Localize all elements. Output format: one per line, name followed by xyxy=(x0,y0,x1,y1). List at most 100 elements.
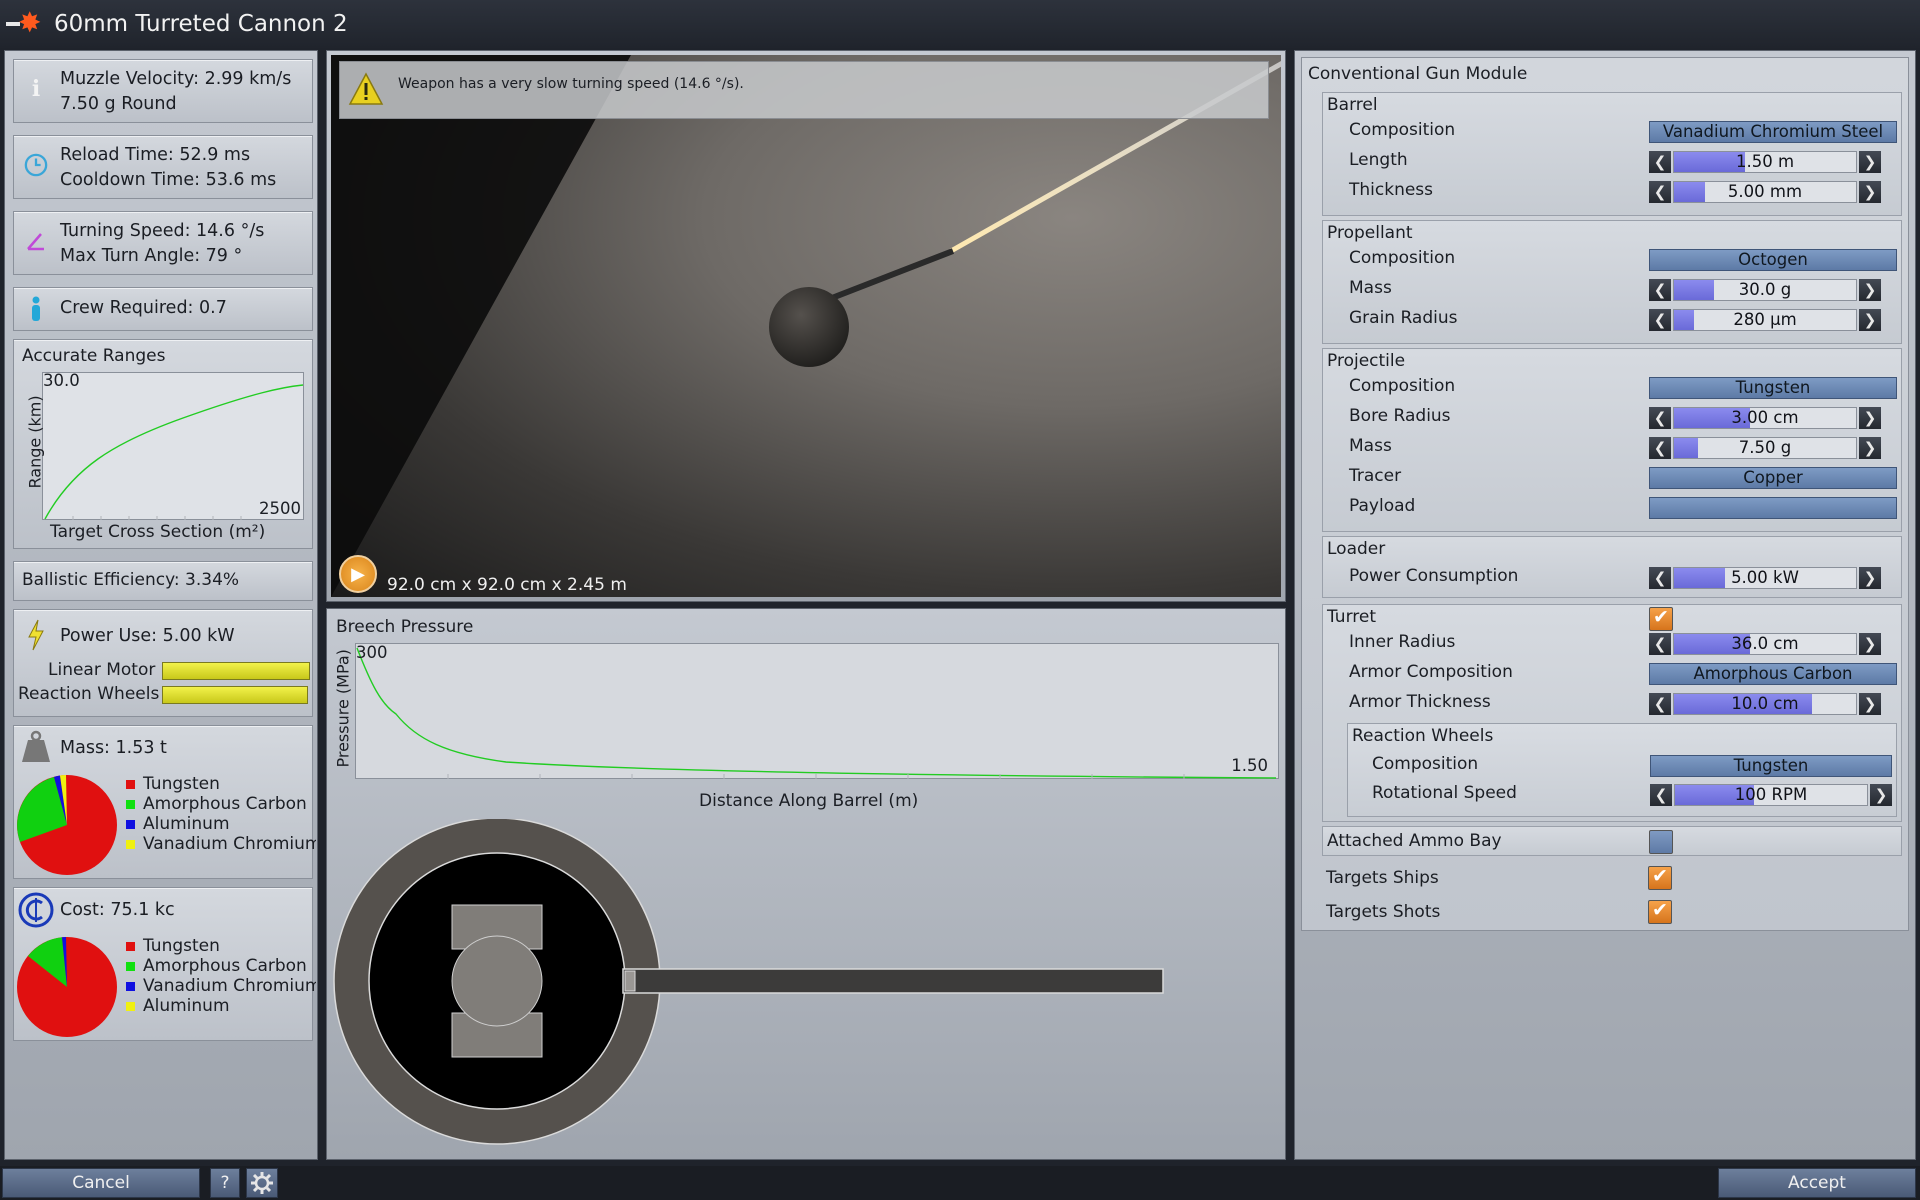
tracer-select[interactable]: Copper xyxy=(1649,467,1897,489)
credits-icon xyxy=(18,892,54,928)
targets-shots-checkbox[interactable]: ✔ xyxy=(1648,899,1672,924)
warning-message: Weapon has a very slow turning speed (14… xyxy=(398,76,744,92)
projectile-composition-select[interactable]: Tungsten xyxy=(1649,377,1897,399)
title-bar: ✸ 60mm Turreted Cannon 2 xyxy=(0,0,1920,48)
power-consumption-slider[interactable]: ❮ 5.00 kW ❯ xyxy=(1649,567,1881,589)
decrease-icon[interactable]: ❮ xyxy=(1649,693,1671,715)
check-icon: ✔ xyxy=(1653,606,1669,628)
armor-composition-select[interactable]: Amorphous Carbon xyxy=(1649,663,1897,685)
barrel-title: Barrel xyxy=(1327,95,1378,115)
mass-legend-item: Tungsten xyxy=(126,774,316,794)
targets-ships-checkbox[interactable]: ✔ xyxy=(1648,865,1672,890)
breech-pressure-title: Breech Pressure xyxy=(336,617,474,637)
play-button[interactable]: ▶ xyxy=(339,555,377,593)
barrel-length-label: Length xyxy=(1349,150,1408,170)
propellant-mass-label: Mass xyxy=(1349,278,1392,298)
increase-icon[interactable]: ❯ xyxy=(1859,181,1881,203)
decrease-icon[interactable]: ❮ xyxy=(1649,407,1671,429)
cost-legend-item: Amorphous Carbon xyxy=(126,956,316,976)
propellant-composition-select[interactable]: Octogen xyxy=(1649,249,1897,271)
armor-composition-label: Armor Composition xyxy=(1349,662,1513,682)
bore-radius-slider[interactable]: ❮ 3.00 cm ❯ xyxy=(1649,407,1881,429)
cannon-model xyxy=(769,60,1281,367)
payload-label: Payload xyxy=(1349,496,1416,516)
inner-radius-slider[interactable]: ❮ 36.0 cm ❯ xyxy=(1649,633,1881,655)
rotational-speed-label: Rotational Speed xyxy=(1372,783,1517,803)
stats-panel: i Muzzle Velocity: 2.99 km/s 7.50 g Roun… xyxy=(4,50,318,1160)
propellant-mass-slider[interactable]: ❮ 30.0 g ❯ xyxy=(1649,279,1881,301)
rotational-speed-slider[interactable]: ❮ 100 RPM ❯ xyxy=(1650,784,1892,806)
armor-thickness-slider[interactable]: ❮ 10.0 cm ❯ xyxy=(1649,693,1881,715)
dimensions-readout: 92.0 cm x 92.0 cm x 2.45 m xyxy=(387,575,627,595)
increase-icon[interactable]: ❯ xyxy=(1859,693,1881,715)
payload-select[interactable] xyxy=(1649,497,1897,519)
ammo-bay-row: Attached Ammo Bay xyxy=(1322,826,1902,856)
linear-motor-bar xyxy=(162,662,310,680)
linear-motor-label: Linear Motor xyxy=(48,660,156,680)
breech-panel: Breech Pressure 300 1.50 Pressure (MPa) … xyxy=(326,608,1286,1160)
clock-icon xyxy=(24,150,48,180)
pressure-ylabel: Pressure (MPa) xyxy=(333,649,353,768)
grain-radius-slider[interactable]: ❮ 280 µm ❯ xyxy=(1649,309,1881,331)
decrease-icon[interactable]: ❮ xyxy=(1649,309,1671,331)
muzzle-velocity: Muzzle Velocity: 2.99 km/s xyxy=(60,69,292,89)
decrease-icon[interactable]: ❮ xyxy=(1650,784,1672,806)
3d-viewport[interactable]: Weapon has a very slow turning speed (14… xyxy=(331,55,1281,597)
decrease-icon[interactable]: ❮ xyxy=(1649,151,1671,173)
increase-icon[interactable]: ❯ xyxy=(1859,279,1881,301)
increase-icon[interactable]: ❯ xyxy=(1859,151,1881,173)
rw-composition-select[interactable]: Tungsten xyxy=(1650,755,1892,777)
decrease-icon[interactable]: ❮ xyxy=(1649,181,1671,203)
projectile-mass-slider[interactable]: ❮ 7.50 g ❯ xyxy=(1649,437,1881,459)
cost-legend-item: Vanadium Chromium xyxy=(126,976,316,996)
barrel-thickness-slider[interactable]: ❮ 5.00 mm ❯ xyxy=(1649,181,1881,203)
armor-thickness-label: Armor Thickness xyxy=(1349,692,1491,712)
accurate-ranges-title: Accurate Ranges xyxy=(22,346,166,366)
range-ylabel: Range (km) xyxy=(25,395,45,489)
decrease-icon[interactable]: ❮ xyxy=(1649,633,1671,655)
range-ymax: 30.0 xyxy=(43,371,80,390)
range-xmax: 2500 xyxy=(259,499,301,518)
ballistic-efficiency-card: Ballistic Efficiency: 3.34% xyxy=(13,561,313,601)
lightning-icon xyxy=(24,619,48,651)
settings-button[interactable] xyxy=(246,1168,278,1198)
decrease-icon[interactable]: ❮ xyxy=(1649,567,1671,589)
play-icon: ▶ xyxy=(351,563,365,585)
mass-legend-item: Amorphous Carbon xyxy=(126,794,316,814)
cost-card: Cost: 75.1 kc Tungsten Amorphous Carbon … xyxy=(13,887,316,1041)
increase-icon[interactable]: ❯ xyxy=(1859,309,1881,331)
max-turn-angle: Max Turn Angle: 79 ° xyxy=(60,246,243,266)
turret-checkbox[interactable]: ✔ xyxy=(1649,606,1673,631)
tracer-label: Tracer xyxy=(1349,466,1402,486)
check-icon: ✔ xyxy=(1652,899,1668,921)
module-title: Conventional Gun Module xyxy=(1308,64,1528,84)
increase-icon[interactable]: ❯ xyxy=(1859,437,1881,459)
barrel-composition-select[interactable]: Vanadium Chromium Steel xyxy=(1649,121,1897,143)
power-use: Power Use: 5.00 kW xyxy=(60,626,235,646)
increase-icon[interactable]: ❯ xyxy=(1870,784,1892,806)
barrel-length-slider[interactable]: ❮ 1.50 m ❯ xyxy=(1649,151,1881,173)
reaction-wheels-bar xyxy=(162,686,308,704)
warning-banner: Weapon has a very slow turning speed (14… xyxy=(339,61,1269,119)
warning-icon xyxy=(348,72,384,105)
cancel-button[interactable]: Cancel xyxy=(2,1168,200,1198)
attached-ammo-bay-checkbox[interactable] xyxy=(1649,830,1673,854)
pressure-xlabel: Distance Along Barrel (m) xyxy=(699,791,919,811)
projectile-mass-label: Mass xyxy=(1349,436,1392,456)
help-button[interactable]: ? xyxy=(210,1168,240,1198)
power-card: Power Use: 5.00 kW Linear Motor Reaction… xyxy=(13,609,313,717)
targets-ships-label: Targets Ships xyxy=(1326,868,1439,888)
cost-legend-item: Tungsten xyxy=(126,936,316,956)
cooldown-time: Cooldown Time: 53.6 ms xyxy=(60,170,277,190)
decrease-icon[interactable]: ❮ xyxy=(1649,437,1671,459)
increase-icon[interactable]: ❯ xyxy=(1859,633,1881,655)
crew-icon xyxy=(24,294,48,324)
increase-icon[interactable]: ❯ xyxy=(1859,407,1881,429)
increase-icon[interactable]: ❯ xyxy=(1859,567,1881,589)
decrease-icon[interactable]: ❮ xyxy=(1649,279,1671,301)
power-consumption-label: Power Consumption xyxy=(1349,566,1519,586)
check-icon: ✔ xyxy=(1652,865,1668,887)
projectile-group: Projectile Composition Tungsten Bore Rad… xyxy=(1322,348,1902,532)
barrel-composition-label: Composition xyxy=(1349,120,1456,140)
accept-button[interactable]: Accept xyxy=(1718,1168,1916,1198)
